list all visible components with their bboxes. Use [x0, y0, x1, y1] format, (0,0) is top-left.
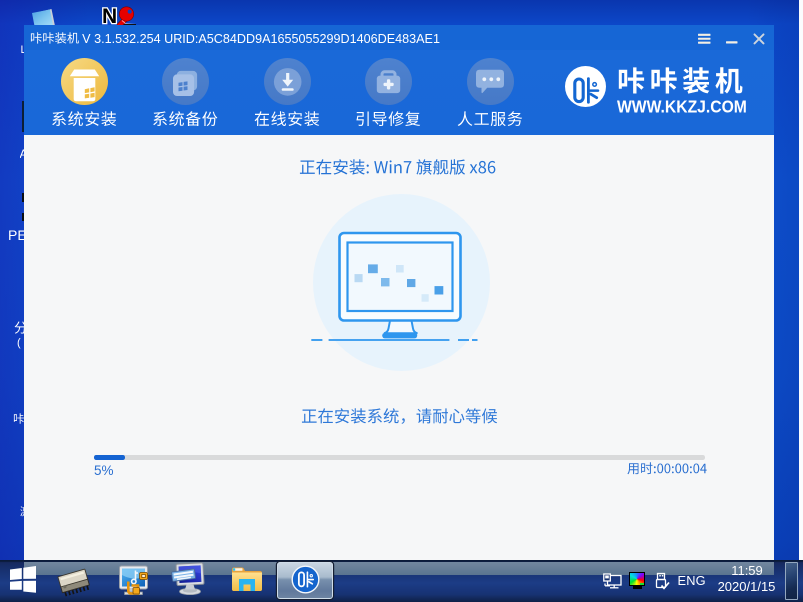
svg-text:N: N [102, 5, 117, 26]
